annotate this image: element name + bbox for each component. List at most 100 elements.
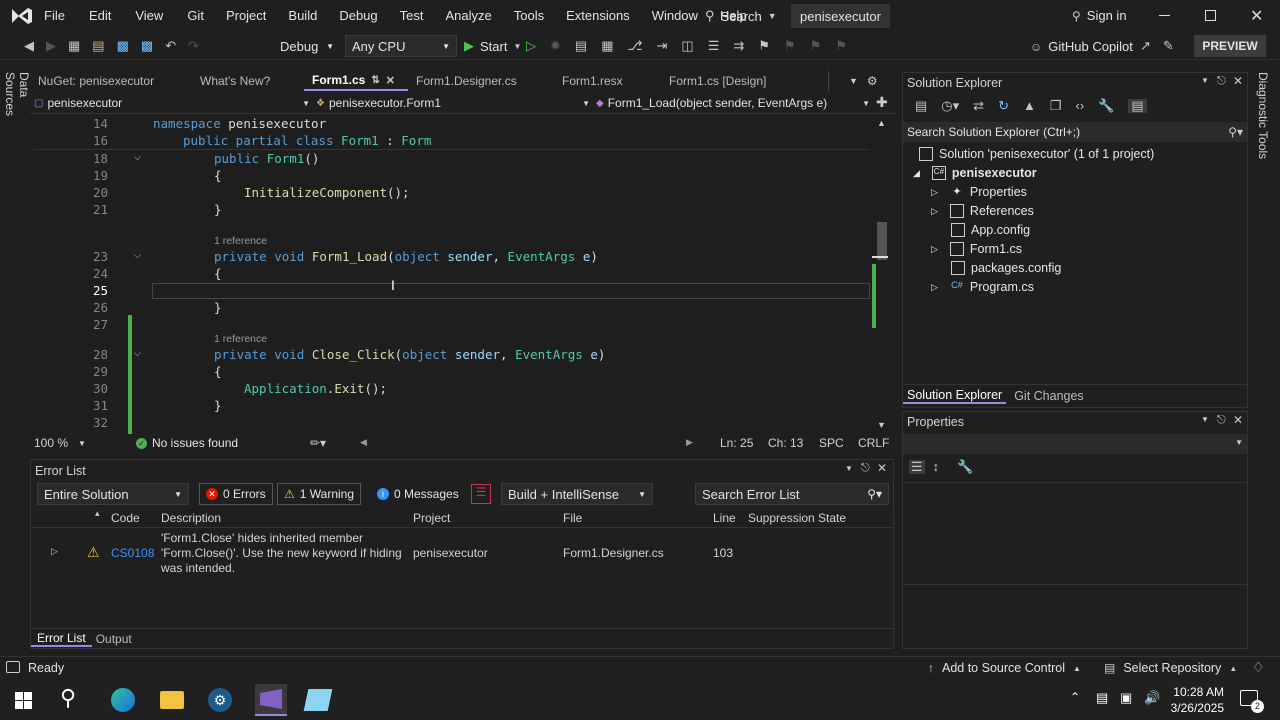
whitespace-indicator[interactable]: SPC	[819, 436, 844, 450]
platform-dropdown[interactable]: Any CPU ▼	[345, 35, 457, 57]
class-dropdown[interactable]: ❖ penisexecutor.Form1 ▼	[316, 96, 590, 110]
save-icon[interactable]: ▩	[117, 39, 129, 53]
close-panel-icon[interactable]: ✕	[877, 461, 887, 475]
menu-view[interactable]: View	[135, 8, 163, 23]
windows-start-icon[interactable]	[15, 692, 32, 709]
bookmark-prev-icon[interactable]: ⚑	[784, 39, 796, 53]
pin-icon[interactable]: ⇅	[371, 75, 379, 86]
tree-item-packages-config[interactable]: packages.config	[951, 261, 1061, 275]
tab-error-list[interactable]: Error List	[31, 631, 92, 647]
copilot-button[interactable]: ☺ GitHub Copilot	[1030, 39, 1133, 54]
menu-project[interactable]: Project	[226, 8, 266, 23]
codelens-references[interactable]: 1 reference	[214, 235, 267, 247]
notification-center-icon[interactable]: 2	[1240, 690, 1264, 713]
column-file[interactable]: File	[563, 511, 582, 525]
sync-icon[interactable]: ▤	[915, 99, 927, 113]
bookmark-icon[interactable]: ⚑	[758, 39, 770, 53]
forward-icon[interactable]: ▶	[46, 39, 56, 53]
open-folder-icon[interactable]: ▤	[92, 39, 104, 53]
redo-icon[interactable]: ↷	[188, 39, 199, 53]
close-panel-icon[interactable]: ✕	[1233, 413, 1243, 427]
pin-icon[interactable]: ⎋	[1217, 414, 1226, 427]
vertical-scrollbar[interactable]: ▲ ▼	[872, 116, 892, 434]
list-icon[interactable]: ☰	[708, 39, 720, 53]
undo-icon[interactable]: ↶	[165, 39, 176, 53]
tree-solution[interactable]: Solution 'penisexecutor' (1 of 1 project…	[919, 147, 1154, 161]
error-search[interactable]: Search Error List ⚲▾	[695, 483, 889, 505]
menu-git[interactable]: Git	[187, 8, 204, 23]
new-project-icon[interactable]: ▦	[68, 39, 80, 53]
scroll-up-icon[interactable]: ▲	[877, 118, 886, 128]
fold-arrow-icon[interactable]: ⌵	[134, 152, 141, 163]
zoom-dropdown[interactable]: 100 % ▼	[34, 436, 86, 450]
file-explorer-icon[interactable]	[160, 691, 184, 709]
object-selector[interactable]: ▼	[903, 434, 1247, 454]
tree-item-app-config[interactable]: App.config	[951, 223, 1030, 237]
save-all-icon[interactable]: ▩	[141, 39, 153, 53]
tab-overflow-icon[interactable]: ▼	[849, 76, 858, 86]
collapse-all-icon[interactable]: ▲	[1023, 99, 1036, 113]
messages-filter[interactable]: i 0 Messages	[371, 483, 465, 505]
solution-search[interactable]: Search Solution Explorer (Ctrl+;) ⚲▾	[903, 122, 1247, 142]
step-icon[interactable]: ⇥	[656, 39, 667, 53]
property-pages-icon[interactable]: 🔧	[957, 460, 973, 474]
network-icon[interactable]: ▣	[1120, 690, 1132, 706]
bookmark-next-icon[interactable]: ⚑	[810, 39, 822, 53]
close-window-button[interactable]: ✕	[1250, 6, 1263, 26]
switch-views-icon[interactable]: ⇄	[973, 99, 984, 113]
history-icon[interactable]: ◷▾	[941, 99, 959, 113]
tab-nuget[interactable]: NuGet: penisexecutor	[30, 71, 192, 91]
line-indicator[interactable]: Ln: 25	[720, 436, 753, 450]
tray-chevron-icon[interactable]: ⌃	[1070, 690, 1080, 704]
filter-toggle-icon[interactable]: ☰	[471, 484, 491, 504]
tree-item-properties[interactable]: ▷ ✦ Properties	[931, 185, 1027, 199]
column-suppression[interactable]: Suppression State	[748, 511, 846, 525]
data-sources-tab[interactable]: Data Sources	[3, 72, 31, 142]
scrollbar-thumb[interactable]	[877, 222, 887, 260]
menu-test[interactable]: Test	[400, 8, 424, 23]
codelens-references[interactable]: 1 reference	[214, 333, 267, 345]
back-icon[interactable]: ◀	[24, 39, 34, 53]
code-icon[interactable]: ‹›	[1076, 99, 1085, 113]
close-tab-icon[interactable]: ✕	[386, 74, 395, 87]
edge-icon[interactable]	[111, 688, 135, 712]
tab-solution-explorer[interactable]: Solution Explorer	[903, 388, 1007, 404]
column-indicator[interactable]: Ch: 13	[768, 436, 803, 450]
project-dropdown[interactable]: ▢ penisexecutor ▼	[34, 96, 310, 110]
expand-arrow-icon[interactable]: ▷	[51, 546, 58, 557]
table-row[interactable]: ▷ ⚠ CS0108 'Form1.Close' hides inherited…	[31, 530, 893, 578]
notifications-bell-icon[interactable]: ♢	[1252, 659, 1265, 676]
layout-icon[interactable]: ▦	[601, 39, 613, 53]
steam-icon[interactable]: ⚙	[208, 688, 232, 712]
pin-icon[interactable]: ⎋	[1217, 75, 1226, 88]
share-icon[interactable]: ↗	[1140, 39, 1151, 53]
menu-window[interactable]: Window	[652, 8, 698, 23]
panel-menu-icon[interactable]: ▼	[1201, 415, 1209, 424]
restore-button[interactable]	[1205, 10, 1216, 21]
h-scroll-left-icon[interactable]: ◀	[360, 437, 367, 448]
tab-whats-new[interactable]: What's New?	[192, 71, 304, 91]
menu-extensions[interactable]: Extensions	[566, 8, 630, 23]
app-icon[interactable]	[303, 689, 333, 711]
bookmark-clear-icon[interactable]: ⚑	[835, 39, 847, 53]
search-icon[interactable]: ⚲	[60, 685, 76, 711]
split-editor-icon[interactable]: ✚	[876, 94, 888, 111]
show-all-files-icon[interactable]: ❐	[1050, 99, 1062, 113]
tab-form1-designer[interactable]: Form1.Designer.cs	[408, 71, 554, 91]
wrench-icon[interactable]: 🔧	[1098, 99, 1114, 113]
scroll-down-icon[interactable]: ▼	[877, 420, 886, 430]
feedback-icon[interactable]: ✎	[1163, 39, 1174, 53]
menu-build[interactable]: Build	[288, 8, 317, 23]
minimize-button[interactable]	[1158, 8, 1172, 22]
column-description[interactable]: Description	[161, 511, 221, 525]
tab-form1-cs[interactable]: Form1.cs ⇅ ✕	[304, 71, 408, 91]
alphabetical-icon[interactable]: ↕	[933, 460, 940, 474]
close-panel-icon[interactable]: ✕	[1233, 74, 1243, 88]
tab-git-changes[interactable]: Git Changes	[1006, 389, 1091, 403]
menu-tools[interactable]: Tools	[514, 8, 544, 23]
refresh-icon[interactable]: ↻	[998, 99, 1009, 113]
categorized-icon[interactable]: ☰	[909, 460, 925, 474]
columns-icon[interactable]: ◫	[681, 39, 693, 53]
indent-icon[interactable]: ⇉	[733, 39, 744, 53]
h-scroll-right-icon[interactable]: ▶	[686, 437, 693, 448]
